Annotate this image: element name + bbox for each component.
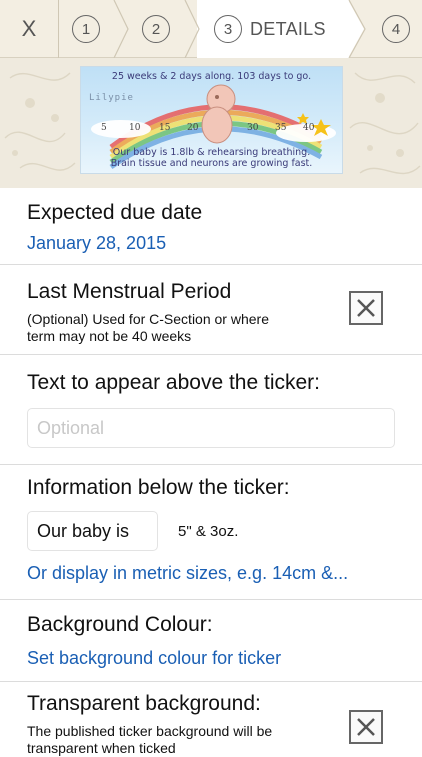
ticker-top-text: 25 weeks & 2 days along. 103 days to go.	[111, 71, 312, 82]
info-prefix-input[interactable]: Our baby is	[27, 511, 158, 551]
background-colour-title: Background Colour:	[27, 613, 213, 636]
baby-size-text: 5" & 3oz.	[178, 523, 239, 540]
text-above-input[interactable]: Optional	[27, 408, 395, 448]
info-below-row: Information below the ticker: Our baby i…	[0, 465, 422, 600]
transparent-checkbox[interactable]	[349, 710, 383, 744]
ticker-scale-mark: 15	[159, 123, 171, 133]
lmp-note-line: (Optional) Used for C-Section or where	[27, 311, 269, 327]
ticker-scale-mark: 20	[187, 123, 199, 133]
metric-sizes-link[interactable]: Or display in metric sizes, e.g. 14cm &.…	[27, 563, 348, 584]
step-3[interactable]: 3 DETAILS	[214, 0, 326, 58]
transparent-title: Transparent background:	[27, 692, 261, 715]
transparent-row: Transparent background: The published ti…	[0, 682, 422, 756]
ticker-image: 25 weeks & 2 days along. 103 days to go.…	[80, 66, 343, 174]
ticker-scale-mark: 35	[275, 123, 287, 133]
transparent-note-line: The published ticker background will be	[27, 723, 273, 739]
chevron-right-icon	[348, 0, 366, 58]
text-above-row: Text to appear above the ticker: Optiona…	[0, 355, 422, 465]
close-label: X	[21, 16, 37, 41]
text-above-title: Text to appear above the ticker:	[27, 371, 321, 394]
step-1[interactable]: 1	[72, 0, 100, 58]
step-2[interactable]: 2	[142, 0, 170, 58]
ticker-brand: Lilypie	[89, 93, 134, 103]
x-mark-icon	[357, 299, 375, 317]
transparent-note-line: transparent when ticked	[27, 740, 176, 756]
ticker-bottom-text: Our baby is 1.8lb & rehearsing breathing…	[81, 147, 342, 169]
info-below-title: Information below the ticker:	[27, 476, 290, 499]
step-number: 4	[382, 15, 410, 43]
step-number: 1	[72, 15, 100, 43]
x-mark-icon	[357, 718, 375, 736]
ticker-scale-mark: 30	[247, 123, 259, 133]
ticker-scale-mark: 5	[101, 123, 107, 133]
due-date-row[interactable]: Expected due date January 28, 2015	[0, 188, 422, 265]
ticker-scale-mark: 10	[129, 123, 141, 133]
set-background-colour-link[interactable]: Set background colour for ticker	[27, 648, 281, 669]
background-colour-row: Background Colour: Set background colour…	[0, 600, 422, 682]
close-button[interactable]: X	[0, 0, 58, 58]
chevron-right-icon	[113, 0, 129, 58]
ticker-bottom-line: Brain tissue and neurons are growing fas…	[110, 158, 313, 169]
lmp-note: (Optional) Used for C-Section or where t…	[27, 311, 269, 345]
step-4[interactable]: 4	[382, 0, 410, 58]
step-number: 2	[142, 15, 170, 43]
ticker-bottom-line: Our baby is 1.8lb & rehearsing breathing…	[112, 147, 311, 158]
transparent-note: The published ticker background will be …	[27, 723, 272, 757]
ticker-scale-mark: 40	[303, 123, 315, 133]
lmp-row: Last Menstrual Period (Optional) Used fo…	[0, 265, 422, 355]
step-label: DETAILS	[250, 18, 326, 39]
divider	[58, 0, 59, 58]
step-number: 3	[214, 15, 242, 43]
lmp-checkbox[interactable]	[349, 291, 383, 325]
chevron-right-icon	[184, 0, 200, 58]
lmp-title: Last Menstrual Period	[27, 280, 232, 303]
wizard-bar: X 1 2 3 DETAILS 4	[0, 0, 422, 58]
lmp-note-line: term may not be 40 weeks	[27, 328, 192, 344]
due-date-value[interactable]: January 28, 2015	[27, 233, 166, 254]
due-date-title: Expected due date	[27, 201, 203, 224]
